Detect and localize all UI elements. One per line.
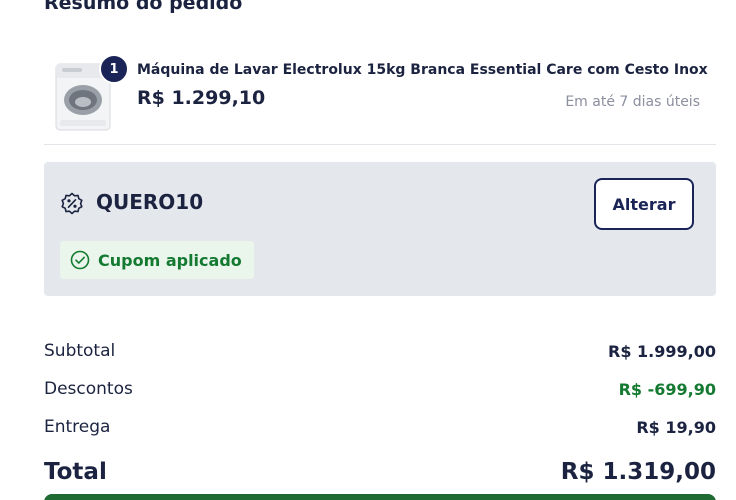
discounts-row: Descontos R$ -699,90 [44, 370, 716, 408]
product-price: R$ 1.299,10 [137, 87, 266, 109]
discounts-label: Descontos [44, 379, 133, 399]
total-label: Total [44, 459, 107, 485]
delivery-estimate: Em até 7 dias úteis [565, 94, 700, 110]
delivery-row: Entrega R$ 19,90 [44, 408, 716, 446]
delivery-value: R$ 19,90 [636, 417, 716, 437]
order-summary-title: Resumo do pedido [44, 0, 243, 14]
coupon-code: QUERO10 [96, 190, 204, 214]
check-circle-icon [70, 250, 90, 270]
percent-badge-icon [61, 192, 83, 215]
checkout-button[interactable] [44, 494, 716, 500]
coupon-applied-badge: Cupom aplicado [60, 241, 254, 279]
total-row: Total R$ 1.319,00 [44, 446, 716, 498]
subtotal-value: R$ 1.999,00 [608, 341, 716, 361]
divider [44, 144, 716, 145]
delivery-label: Entrega [44, 417, 111, 437]
change-coupon-button[interactable]: Alterar [594, 178, 694, 230]
subtotal-label: Subtotal [44, 341, 116, 361]
discounts-value: R$ -699,90 [618, 379, 716, 399]
product-name[interactable]: Máquina de Lavar Electrolux 15kg Branca … [137, 62, 717, 78]
quantity-badge: 1 [99, 54, 129, 84]
order-item: 1 Máquina de Lavar Electrolux 15kg Branc… [44, 52, 716, 144]
subtotal-row: Subtotal R$ 1.999,00 [44, 332, 716, 370]
coupon-panel: QUERO10 Alterar Cupom aplicado [44, 162, 716, 296]
coupon-applied-label: Cupom aplicado [98, 250, 242, 270]
total-value: R$ 1.319,00 [560, 459, 716, 485]
price-summary: Subtotal R$ 1.999,00 Descontos R$ -699,9… [44, 332, 716, 498]
